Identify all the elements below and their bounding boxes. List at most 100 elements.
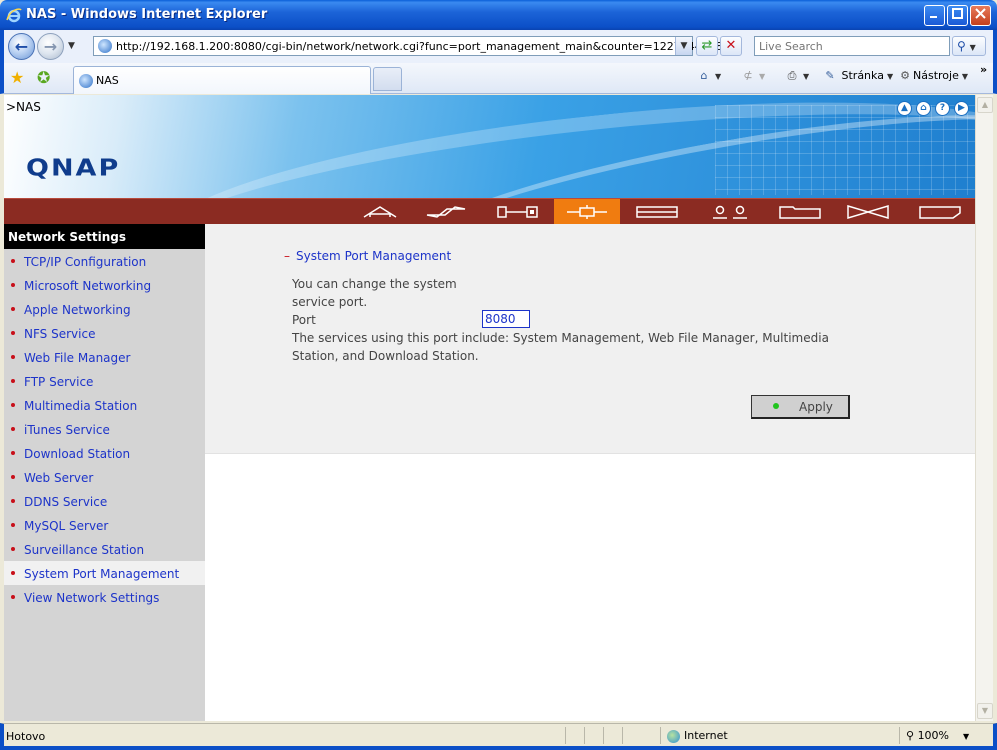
forward-button[interactable]: →: [37, 33, 64, 60]
port-input[interactable]: [482, 310, 530, 328]
print-button[interactable]: ⎙ ▼: [784, 69, 810, 83]
feeds-dropdown-icon: ▼: [759, 72, 766, 81]
tab-favicon-icon: [79, 74, 93, 88]
sidebar-item-label[interactable]: Surveillance Station: [24, 543, 144, 557]
search-input[interactable]: [755, 37, 949, 55]
refresh-button[interactable]: ⇄: [696, 36, 718, 56]
bullet-icon: [11, 595, 15, 599]
sidebar-item-label[interactable]: DDNS Service: [24, 495, 107, 509]
status-text: Hotovo: [6, 730, 46, 743]
description-text: You can change the system service port.: [292, 277, 457, 309]
feeds-button[interactable]: ⊄ ▼: [740, 69, 765, 82]
window-title-bar[interactable]: NAS - Windows Internet Explorer: [0, 0, 997, 30]
apply-button[interactable]: Apply: [751, 395, 850, 419]
home-icon[interactable]: ⌂: [916, 101, 931, 116]
sidebar-item-label[interactable]: Apple Networking: [24, 303, 131, 317]
vertical-scrollbar[interactable]: ▲ ▼: [975, 95, 993, 721]
sidebar-item-itunes-service[interactable]: iTunes Service: [4, 417, 205, 441]
close-icon: [975, 8, 986, 19]
toolbar-overflow-chevron-icon[interactable]: »: [980, 63, 987, 76]
nav-network-settings-icon[interactable]: [554, 199, 620, 225]
sidebar-item-surveillance-station[interactable]: Surveillance Station: [4, 537, 205, 561]
search-box[interactable]: [754, 36, 950, 56]
favorites-star-icon[interactable]: ★: [10, 68, 24, 87]
nav-disk-config-icon[interactable]: [624, 199, 690, 225]
up-icon[interactable]: ▲: [897, 101, 912, 116]
logout-icon[interactable]: ▶: [954, 101, 969, 116]
status-divider: [622, 727, 623, 744]
page-menu-button[interactable]: ✎ Stránka ▼: [822, 69, 893, 82]
maximize-button[interactable]: [947, 5, 968, 26]
page-menu-label: Stránka: [841, 69, 884, 82]
address-field[interactable]: http://192.168.1.200:8080/cgi-bin/networ…: [93, 36, 723, 56]
tab-nas[interactable]: NAS: [73, 66, 371, 94]
close-window-button[interactable]: [970, 5, 991, 26]
sidebar-item-label[interactable]: Web Server: [24, 471, 93, 485]
nav-share-folder-icon[interactable]: [767, 199, 833, 225]
stop-button[interactable]: ✕: [720, 36, 742, 56]
sidebar-item-download-station[interactable]: Download Station: [4, 441, 205, 465]
tab-label: NAS: [96, 74, 119, 87]
nav-quick-config-icon[interactable]: [413, 199, 479, 225]
nav-home-icon[interactable]: [347, 199, 413, 225]
tab-toolbar: ★ ✪ NAS ⌂ ▼ ⊄ ▼ ⎙ ▼ ✎ Stránka ▼ ⚙ Nástroje ▼ »: [0, 63, 997, 94]
banner-top-icons: ▲ ⌂? ▶: [893, 99, 969, 116]
sidebar-item-tcp-ip-configuration[interactable]: TCP/IP Configuration: [4, 249, 205, 273]
sidebar-item-mysql-server[interactable]: MySQL Server: [4, 513, 205, 537]
search-button[interactable]: ⚲ ▼: [952, 36, 986, 56]
sidebar-item-web-file-manager[interactable]: Web File Manager: [4, 345, 205, 369]
main-nav-strip: [4, 198, 975, 225]
sidebar-item-view-network-settings[interactable]: View Network Settings: [4, 585, 205, 609]
gear-icon: ⚙: [900, 69, 910, 82]
main-panel: – System Port Management You can change t…: [205, 224, 975, 721]
sidebar-item-ddns-service[interactable]: DDNS Service: [4, 489, 205, 513]
back-button[interactable]: ←: [8, 33, 35, 60]
page-favicon-icon: [98, 39, 112, 53]
tools-menu-button[interactable]: ⚙ Nástroje ▼: [897, 69, 968, 82]
back-arrow-icon: ←: [14, 37, 29, 56]
sidebar-item-label[interactable]: iTunes Service: [24, 423, 110, 437]
home-toolbar-button[interactable]: ⌂ ▼: [696, 69, 722, 82]
scroll-up-icon[interactable]: ▲: [977, 97, 993, 113]
sidebar-item-system-port-management[interactable]: System Port Management: [4, 561, 205, 585]
history-dropdown-icon[interactable]: ▼: [68, 41, 75, 51]
nav-user-management-icon[interactable]: [697, 199, 763, 225]
sidebar-item-label[interactable]: MySQL Server: [24, 519, 108, 533]
address-dropdown-icon[interactable]: ▼: [675, 37, 692, 55]
minimize-button[interactable]: [924, 5, 945, 26]
breadcrumb: >NAS: [6, 100, 41, 114]
zoom-control[interactable]: ⚲ 100% ▼: [906, 729, 969, 742]
sidebar-item-apple-networking[interactable]: Apple Networking: [4, 297, 205, 321]
sidebar-item-label[interactable]: View Network Settings: [24, 591, 159, 605]
search-dropdown-icon: ▼: [969, 43, 976, 52]
sidebar-item-ftp-service[interactable]: FTP Service: [4, 369, 205, 393]
help-icon[interactable]: ?: [935, 101, 950, 116]
add-favorites-icon[interactable]: ✪: [37, 68, 50, 87]
sidebar-item-multimedia-station[interactable]: Multimedia Station: [4, 393, 205, 417]
sidebar-item-label[interactable]: Download Station: [24, 447, 130, 461]
sidebar-item-nfs-service[interactable]: NFS Service: [4, 321, 205, 345]
status-divider: [603, 727, 604, 744]
scroll-down-icon[interactable]: ▼: [977, 703, 993, 719]
sidebar-item-label[interactable]: TCP/IP Configuration: [24, 255, 146, 269]
nav-system-log-icon[interactable]: [907, 199, 973, 225]
address-url[interactable]: http://192.168.1.200:8080/cgi-bin/networ…: [116, 40, 723, 53]
sidebar-item-microsoft-networking[interactable]: Microsoft Networking: [4, 273, 205, 297]
new-tab-button[interactable]: [373, 67, 402, 91]
bullet-icon: [11, 451, 15, 455]
security-zone[interactable]: Internet: [667, 729, 728, 743]
sidebar-item-label[interactable]: Multimedia Station: [24, 399, 137, 413]
sidebar-item-label[interactable]: System Port Management: [24, 567, 179, 581]
sidebar-item-label[interactable]: Web File Manager: [24, 351, 130, 365]
internet-explorer-icon: [6, 8, 22, 23]
tools-menu-dropdown-icon: ▼: [961, 72, 969, 81]
printer-icon: ⎙: [787, 69, 797, 82]
sidebar-item-label[interactable]: NFS Service: [24, 327, 95, 341]
sidebar-item-label[interactable]: Microsoft Networking: [24, 279, 151, 293]
sidebar-item-web-server[interactable]: Web Server: [4, 465, 205, 489]
bullet-icon: [11, 283, 15, 287]
nav-backup-icon[interactable]: [835, 199, 901, 225]
nav-system-tools-icon[interactable]: [485, 199, 551, 225]
sidebar-item-label[interactable]: FTP Service: [24, 375, 93, 389]
bullet-icon: [11, 307, 15, 311]
